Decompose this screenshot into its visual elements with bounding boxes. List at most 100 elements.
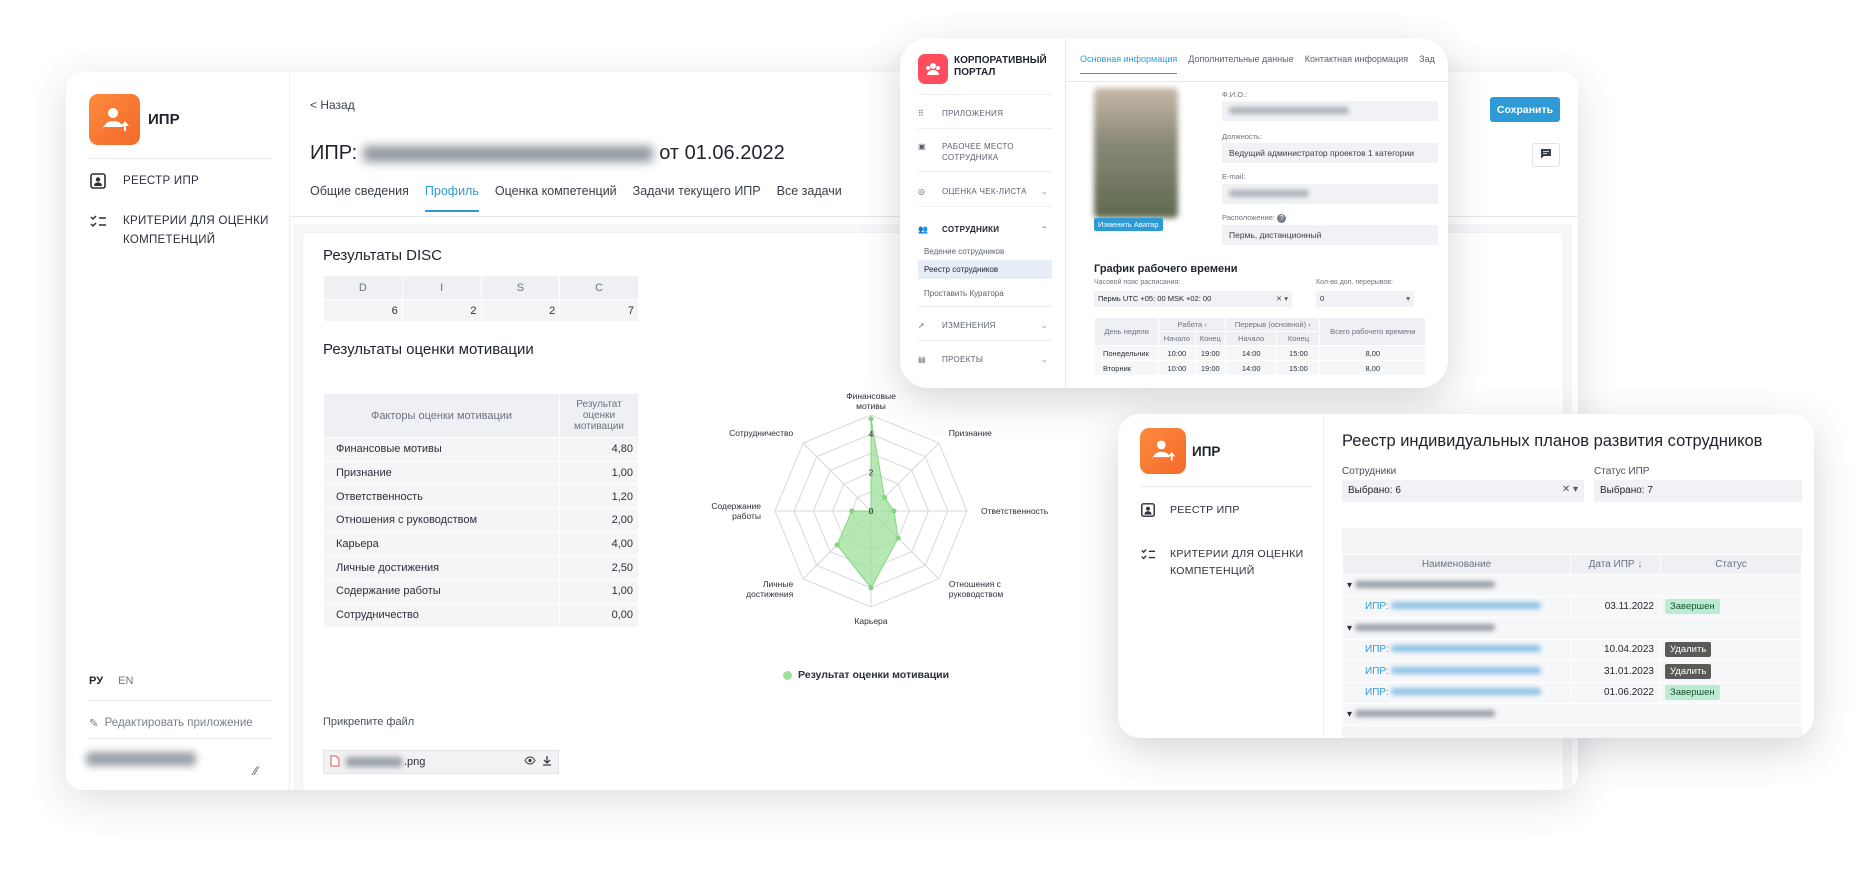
clear-and-dropdown-icon[interactable]: ✕ ▾ — [1562, 484, 1578, 495]
change-avatar-button[interactable]: Изменить Аватар — [1094, 218, 1163, 231]
total-cell: 8,00 — [1319, 360, 1426, 376]
lang-ru[interactable]: РУ — [89, 675, 103, 687]
nav-employees[interactable]: 👥 СОТРУДНИКИ ⌃ — [918, 224, 1054, 236]
tab-general[interactable]: Общие сведения — [310, 184, 409, 212]
col-status[interactable]: Статус — [1660, 554, 1802, 575]
disc-header: I — [401, 275, 482, 300]
blurred-value — [1229, 190, 1309, 197]
tab-main-info[interactable]: Основная информация — [1080, 54, 1178, 74]
breaks-select[interactable]: 0 ▾ — [1316, 291, 1414, 307]
radar-svg: 0 2 4 Финансовые мотивы Признание Ответственно… — [711, 391, 1048, 626]
nav-apps[interactable]: ⠿ ПРИЛОЖЕНИЯ — [918, 108, 1054, 120]
location-label: Расположение: ? — [1222, 213, 1287, 223]
group-row[interactable]: ▾ — [1342, 703, 1802, 726]
radar-point — [834, 542, 840, 548]
title-prefix: ИПР: — [310, 142, 358, 164]
nav-sub-keep[interactable]: Ведение сотрудников — [924, 247, 1004, 256]
nav-sub-curator[interactable]: Проставить Куратора — [924, 289, 1004, 298]
tab-additional[interactable]: Дополнительные данные — [1188, 54, 1293, 74]
portal-name: КОРПОРАТИВНЫЙ ПОРТАЛ — [954, 55, 1047, 78]
nav-checklist[interactable]: ◎ ОЦЕНКА ЧЕК-ЛИСТА ⌄ — [918, 186, 1054, 198]
employees-filter[interactable]: Выбрано: 6 ✕ ▾ — [1342, 480, 1584, 502]
position-field[interactable]: Ведущий администратор проектов 1 категор… — [1222, 143, 1438, 163]
download-icon[interactable] — [542, 755, 552, 769]
status-filter[interactable]: Выбрано: 7 — [1594, 480, 1802, 502]
day-cell: Понедельник — [1093, 345, 1160, 361]
time-cell[interactable]: 10:00 — [1158, 345, 1196, 361]
tab-all-tasks[interactable]: Все задачи — [777, 184, 842, 212]
ipr-link[interactable]: ИПР: — [1342, 595, 1571, 618]
collapse-icon[interactable]: ⁄⁄ — [254, 764, 258, 778]
time-cell[interactable]: 14:00 — [1225, 345, 1278, 361]
table-row: Сотрудничество 0,00 — [323, 602, 639, 628]
radar-tick-label: 4 — [869, 429, 874, 439]
chevron-down-icon: ⌄ — [1040, 187, 1048, 196]
schedule-table: День недели Работа ‹ Перерыв (основной) … — [1093, 317, 1426, 376]
ipr-link[interactable]: ИПР: — [1342, 681, 1571, 704]
back-link[interactable]: < Назад — [310, 98, 355, 112]
sidebar-item-registry[interactable]: РЕЕСТР ИПР — [89, 172, 279, 192]
location-field[interactable]: Пермь, дистанционный — [1222, 225, 1438, 245]
nav-sub-registry[interactable]: Реестр сотрудников — [918, 260, 1052, 279]
save-button[interactable]: Сохранить — [1490, 97, 1560, 122]
lang-en[interactable]: EN — [118, 675, 133, 687]
tab-profile[interactable]: Профиль — [424, 184, 479, 212]
corporate-portal-window: КОРПОРАТИВНЫЙ ПОРТАЛ ⠿ ПРИЛОЖЕНИЯ ▣ РАБОЧЕ… — [900, 38, 1448, 388]
portal-tabs: Основная информация Дополнительные данны… — [1080, 54, 1446, 74]
time-cell[interactable]: 10:00 — [1158, 360, 1196, 376]
nav-projects[interactable]: ▤ ПРОЕКТЫ ⌄ — [918, 354, 1054, 366]
radar-tick-label: 2 — [869, 468, 874, 478]
time-cell[interactable]: 15:00 — [1276, 360, 1321, 376]
disc-value: 7 — [559, 299, 639, 322]
value-cell: 2,00 — [559, 508, 639, 533]
nav-label: ПРОЕКТЫ — [942, 355, 984, 364]
sidebar-divider — [89, 700, 271, 701]
timezone-select[interactable]: Пермь UTC +05: 00 MSK +02: 00 ✕ ▾ — [1094, 291, 1292, 307]
eye-icon[interactable] — [524, 756, 536, 768]
sidebar-item-label: РЕЕСТР ИПР — [123, 175, 200, 187]
time-cell[interactable]: 19:00 — [1194, 345, 1227, 361]
disc-value: 6 — [323, 299, 403, 322]
ipr-link[interactable]: ИПР: — [1342, 660, 1571, 683]
ipr-link[interactable]: ИПР: — [1342, 638, 1571, 661]
sidebar-item-criteria[interactable]: КРИТЕРИИ ДЛЯ ОЦЕНКИ КОМПЕТЕНЦИЙ — [1140, 546, 1320, 580]
chevron-left-icon[interactable]: ‹ — [1308, 320, 1311, 329]
group-row[interactable]: ▾ — [1342, 574, 1802, 597]
nav-workplace[interactable]: ▣ РАБОЧЕЕ МЕСТО СОТРУДНИКА — [918, 141, 1054, 163]
comment-button[interactable] — [1532, 143, 1560, 167]
nav-changes[interactable]: ➚ ИЗМЕНЕНИЯ ⌄ — [918, 320, 1054, 332]
col-date[interactable]: Дата ИПР ↓ — [1570, 554, 1661, 575]
tab-tasks[interactable]: Зад — [1419, 54, 1435, 74]
sidebar-item-label: КРИТЕРИИ ДЛЯ ОЦЕНКИ КОМПЕТЕНЦИЙ — [1170, 548, 1304, 577]
delete-button[interactable]: Удалить — [1665, 642, 1712, 658]
comment-icon — [1540, 146, 1552, 164]
factor-cell: Сотрудничество — [323, 602, 560, 628]
radar-axis-label: Финансовые мотивы — [846, 391, 896, 411]
app-header[interactable]: ИПР — [89, 94, 180, 145]
group-name-blurred — [1354, 623, 1495, 631]
group-row[interactable]: ▾ — [1342, 617, 1802, 640]
tab-competencies[interactable]: Оценка компетенций — [495, 184, 617, 212]
user-name-blurred — [86, 752, 196, 766]
fio-field[interactable] — [1222, 101, 1438, 121]
time-cell[interactable]: 15:00 — [1276, 345, 1321, 361]
table-row: Карьера 4,00 — [323, 531, 639, 557]
sidebar-item-criteria[interactable]: КРИТЕРИИ ДЛЯ ОЦЕНКИ КОМПЕТЕНЦИЙ — [89, 212, 279, 250]
total-cell: 8,00 — [1319, 345, 1426, 361]
breaks-value: 0 — [1320, 294, 1325, 303]
caret-down-icon: ▾ — [1347, 708, 1353, 720]
chevron-left-icon[interactable]: ‹ — [1204, 320, 1207, 329]
time-cell[interactable]: 14:00 — [1225, 360, 1278, 376]
info-icon[interactable]: ? — [1277, 214, 1287, 223]
tab-current-tasks[interactable]: Задачи текущего ИПР — [633, 184, 761, 212]
link-prefix: ИПР: — [1365, 687, 1389, 699]
time-cell[interactable]: 19:00 — [1194, 360, 1227, 376]
status-cell: Удалить — [1660, 638, 1802, 661]
edit-app-link[interactable]: ✎ Редактировать приложение — [89, 716, 253, 730]
email-field[interactable] — [1222, 184, 1438, 204]
chevron-down-icon: ⌄ — [1040, 355, 1048, 364]
delete-button[interactable]: Удалить — [1665, 663, 1712, 679]
col-name[interactable]: Наименование — [1342, 554, 1571, 575]
sidebar-item-registry[interactable]: РЕЕСТР ИПР — [1140, 502, 1320, 520]
tab-contacts[interactable]: Контактная информация — [1305, 54, 1408, 74]
